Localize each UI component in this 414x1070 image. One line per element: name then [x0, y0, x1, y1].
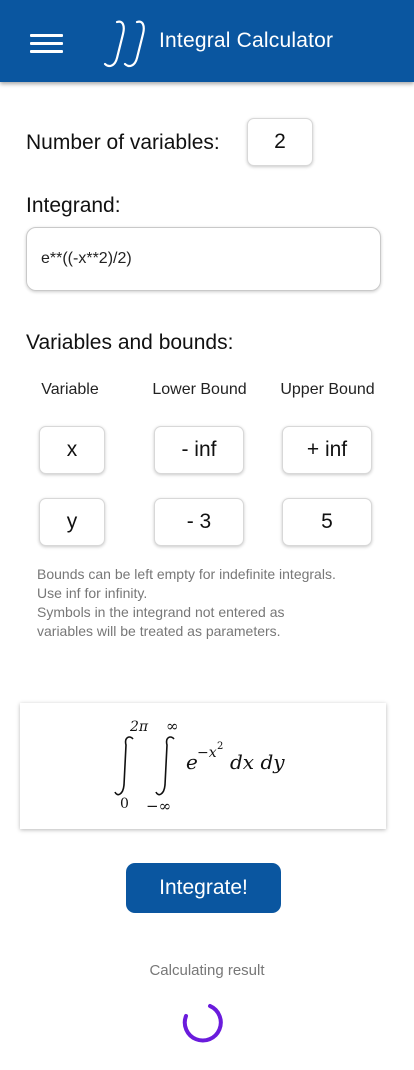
inner-upper-limit: ∞ — [166, 717, 179, 735]
variables-bounds-label: Variables and bounds: — [26, 331, 234, 354]
integrand-label: Integrand: — [26, 194, 121, 217]
upper-bound-input-1[interactable]: + inf — [282, 426, 372, 474]
integrand-input[interactable]: e**((-x**2)/2) — [26, 227, 381, 291]
integrate-button[interactable]: Integrate! — [126, 863, 281, 913]
hint-line: variables will be treated as parameters. — [37, 623, 281, 639]
variable-input-1[interactable]: x — [39, 426, 105, 474]
outer-lower-limit: 0 — [120, 796, 129, 812]
column-header-lower-bound: Lower Bound — [152, 381, 247, 398]
inner-lower-limit: −∞ — [146, 797, 171, 815]
outer-upper-limit: 2π — [129, 719, 149, 735]
double-integral-logo-icon — [103, 20, 145, 68]
lower-bound-input-2[interactable]: - 3 — [154, 498, 244, 546]
outer-integral-sign — [114, 736, 134, 796]
loading-spinner-icon — [182, 1004, 223, 1043]
app-bar: Integral Calculator — [0, 0, 414, 82]
hint-line: Use inf for infinity. — [37, 585, 148, 601]
upper-bound-input-2[interactable]: 5 — [282, 498, 372, 546]
lower-bound-input-1[interactable]: - inf — [154, 426, 244, 474]
hint-line: Symbols in the integrand not entered as — [37, 604, 285, 620]
status-text: Calculating result — [149, 962, 265, 979]
inner-integral-sign — [155, 736, 175, 796]
column-header-variable: Variable — [41, 381, 99, 398]
integral-formula: 2π 0 ∞ −∞ e −x 2 dx dy — [114, 717, 285, 815]
hint-text: Bounds can be left empty for indefinite … — [37, 565, 382, 641]
hint-line: Bounds can be left empty for indefinite … — [37, 566, 336, 582]
integral-preview: 2π 0 ∞ −∞ e −x 2 dx dy — [20, 703, 386, 829]
integrand-exponent-power: 2 — [217, 741, 223, 752]
integrand-exponent: −x — [197, 745, 217, 761]
num-variables-input[interactable]: 2 — [247, 118, 313, 166]
column-header-upper-bound: Upper Bound — [280, 381, 375, 398]
app-title: Integral Calculator — [159, 29, 334, 52]
num-variables-label: Number of variables: — [26, 131, 220, 154]
differentials: dx dy — [230, 750, 285, 774]
hamburger-menu-icon[interactable] — [30, 34, 63, 54]
variable-input-2[interactable]: y — [39, 498, 105, 546]
